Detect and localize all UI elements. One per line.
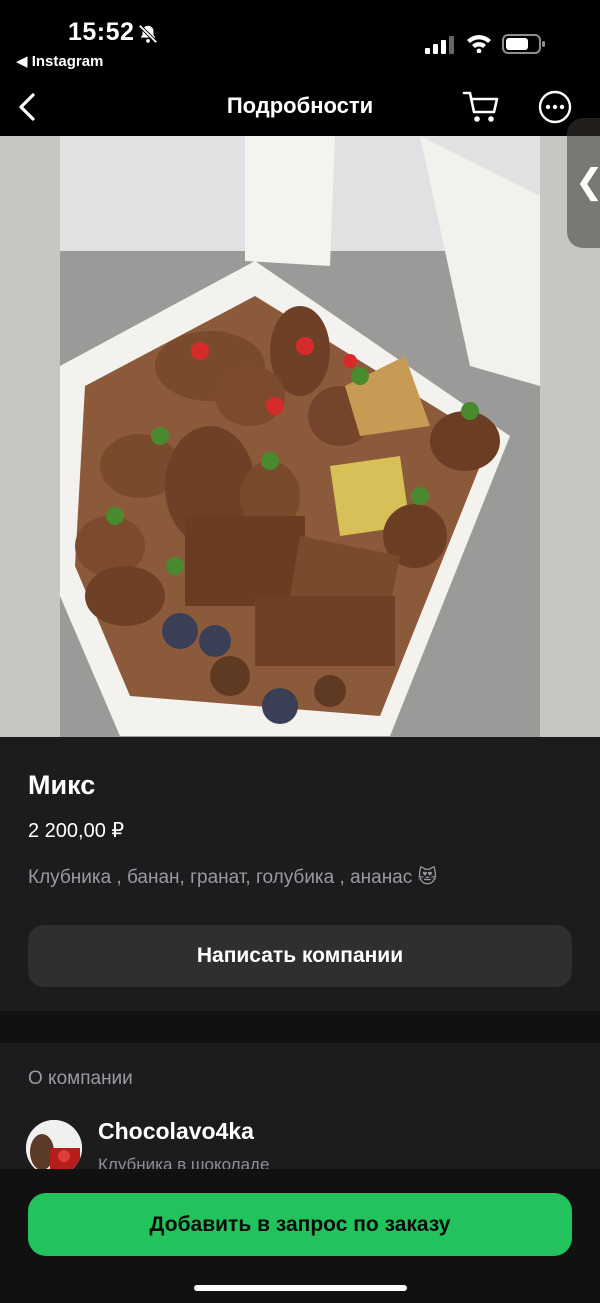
chevron-left-icon: ❮ xyxy=(575,162,600,202)
product-description: Клубника , банан, гранат, голубика , ана… xyxy=(28,867,438,888)
status-time: 15:52 xyxy=(68,18,135,46)
company-name[interactable]: Chocolavo4ka xyxy=(98,1118,254,1145)
company-avatar[interactable] xyxy=(26,1120,82,1176)
home-indicator[interactable] xyxy=(194,1285,407,1291)
cart-icon[interactable] xyxy=(462,90,500,124)
product-photo[interactable] xyxy=(0,136,600,737)
page-title: Подробности xyxy=(226,93,374,118)
company-avatar-image xyxy=(26,1120,82,1176)
more-options-icon[interactable] xyxy=(538,90,572,124)
company-section-header: О компании xyxy=(28,1068,133,1089)
bell-muted-icon xyxy=(138,24,158,44)
section-divider xyxy=(0,1011,600,1043)
wifi-icon xyxy=(467,35,491,53)
product-title: Микс xyxy=(28,770,96,800)
photo-side-handle[interactable]: ❮ xyxy=(567,118,600,248)
product-price: 2 200,00 ₽ xyxy=(28,820,125,842)
message-company-button[interactable]: Написать компании xyxy=(28,925,572,987)
company-card xyxy=(0,1043,600,1169)
add-to-order-request-button[interactable]: Добавить в запрос по заказу xyxy=(28,1193,572,1256)
back-to-instagram-link[interactable]: ◀ Instagram xyxy=(16,52,103,70)
battery-icon xyxy=(502,34,545,54)
cellular-signal-icon xyxy=(425,36,454,54)
chocolate-box-image xyxy=(0,136,600,737)
